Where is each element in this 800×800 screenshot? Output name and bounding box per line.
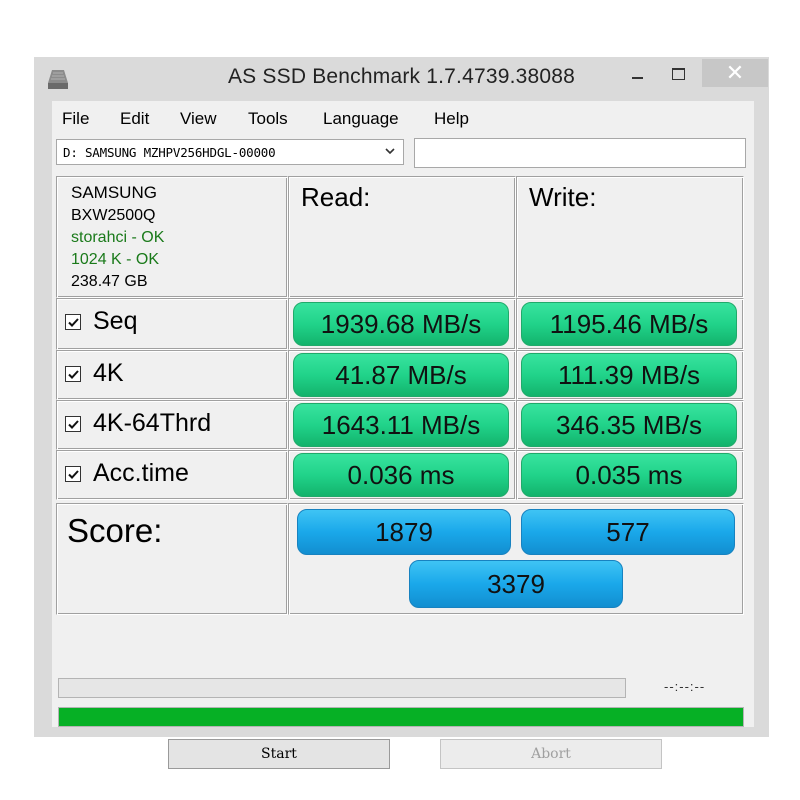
minimize-button[interactable] [624, 61, 652, 91]
checkmark-icon [68, 469, 79, 479]
app-window: AS SSD Benchmark 1.7.4739.38088 ✕ File E… [34, 57, 769, 769]
score-total-value: 3379 [409, 560, 623, 608]
4k-checkbox[interactable] [65, 365, 81, 382]
menu-language[interactable]: Language [323, 109, 399, 129]
test-row-acctime: Acc.time [56, 450, 288, 500]
abort-button[interactable]: Abort [440, 739, 662, 769]
acctime-label: Acc.time [93, 459, 189, 487]
acctime-read-cell: 0.036 ms [288, 450, 516, 500]
test-row-4k: 4K [56, 350, 288, 400]
drive-capacity: 238.47 GB [71, 273, 148, 290]
score-label: Score: [67, 512, 163, 549]
start-button[interactable]: Start [168, 739, 390, 769]
4k64-read-cell: 1643.11 MB/s [288, 400, 516, 450]
score-read-value: 1879 [297, 509, 511, 555]
checkmark-icon [68, 419, 79, 429]
alignment-status: 1024 K - OK [71, 251, 160, 268]
write-header-panel: Write: [516, 176, 744, 298]
write-header: Write: [529, 182, 597, 212]
status-box [414, 138, 746, 168]
acctime-write-value: 0.035 ms [521, 453, 737, 497]
close-icon: ✕ [725, 60, 745, 85]
seq-read-cell: 1939.68 MB/s [288, 298, 516, 350]
read-header: Read: [301, 182, 371, 212]
test-label-acctime: Acc.time [65, 459, 189, 488]
overall-progress-bar [58, 707, 744, 727]
menu-file[interactable]: File [62, 109, 89, 129]
test-row-seq: Seq [56, 298, 288, 350]
test-progress-bar [58, 678, 626, 698]
4k-read-cell: 41.87 MB/s [288, 350, 516, 400]
acctime-read-value: 0.036 ms [293, 453, 509, 497]
drive-firmware: BXW2500Q [71, 207, 156, 224]
drive-select[interactable]: D: SAMSUNG MZHPV256HDGL-00000 [56, 139, 404, 165]
maximize-button[interactable] [664, 61, 692, 91]
acctime-checkbox[interactable] [65, 465, 81, 482]
client-area: File Edit View Tools Language Help D: SA… [52, 101, 754, 769]
menu-bar: File Edit View Tools Language Help [52, 101, 754, 135]
test-label-4k64: 4K-64Thrd [65, 409, 211, 438]
menu-help[interactable]: Help [434, 109, 469, 129]
4k64-write-value: 346.35 MB/s [521, 403, 737, 447]
close-button[interactable]: ✕ [702, 59, 768, 87]
read-header-panel: Read: [288, 176, 516, 298]
4k-label: 4K [93, 359, 124, 387]
4k64-write-cell: 346.35 MB/s [516, 400, 744, 450]
checkmark-icon [68, 317, 79, 327]
score-label-panel: Score: [56, 503, 288, 615]
seq-read-value: 1939.68 MB/s [293, 302, 509, 346]
4k-write-value: 111.39 MB/s [521, 353, 737, 397]
seq-write-value: 1195.46 MB/s [521, 302, 737, 346]
menu-tools[interactable]: Tools [248, 109, 288, 129]
drive-vendor: SAMSUNG [71, 183, 157, 202]
title-bar[interactable]: AS SSD Benchmark 1.7.4739.38088 ✕ [34, 57, 769, 99]
overall-progress-fill [59, 708, 743, 726]
test-row-4k64: 4K-64Thrd [56, 400, 288, 450]
seq-write-cell: 1195.46 MB/s [516, 298, 744, 350]
drive-select-value: D: SAMSUNG MZHPV256HDGL-00000 [63, 145, 276, 160]
score-panel: 1879 577 3379 [288, 503, 744, 615]
4k64-label: 4K-64Thrd [93, 409, 212, 437]
seq-checkbox[interactable] [65, 313, 81, 330]
driver-status: storahci - OK [71, 229, 165, 246]
elapsed-timer: --:--:-- [664, 679, 706, 694]
menu-view[interactable]: View [180, 109, 217, 129]
window-title: AS SSD Benchmark 1.7.4739.38088 [227, 65, 576, 88]
4k-read-value: 41.87 MB/s [293, 353, 509, 397]
4k-write-cell: 111.39 MB/s [516, 350, 744, 400]
test-label-seq: Seq [65, 307, 137, 336]
seq-label: Seq [93, 307, 138, 335]
chevron-down-icon [385, 148, 395, 155]
drive-info-panel: SAMSUNG BXW2500Q storahci - OK 1024 K - … [56, 176, 288, 298]
checkmark-icon [68, 369, 79, 379]
acctime-write-cell: 0.035 ms [516, 450, 744, 500]
4k64-read-value: 1643.11 MB/s [293, 403, 509, 447]
4k64-checkbox[interactable] [65, 415, 81, 432]
menu-edit[interactable]: Edit [120, 109, 149, 129]
score-write-value: 577 [521, 509, 735, 555]
test-label-4k: 4K [65, 359, 124, 388]
